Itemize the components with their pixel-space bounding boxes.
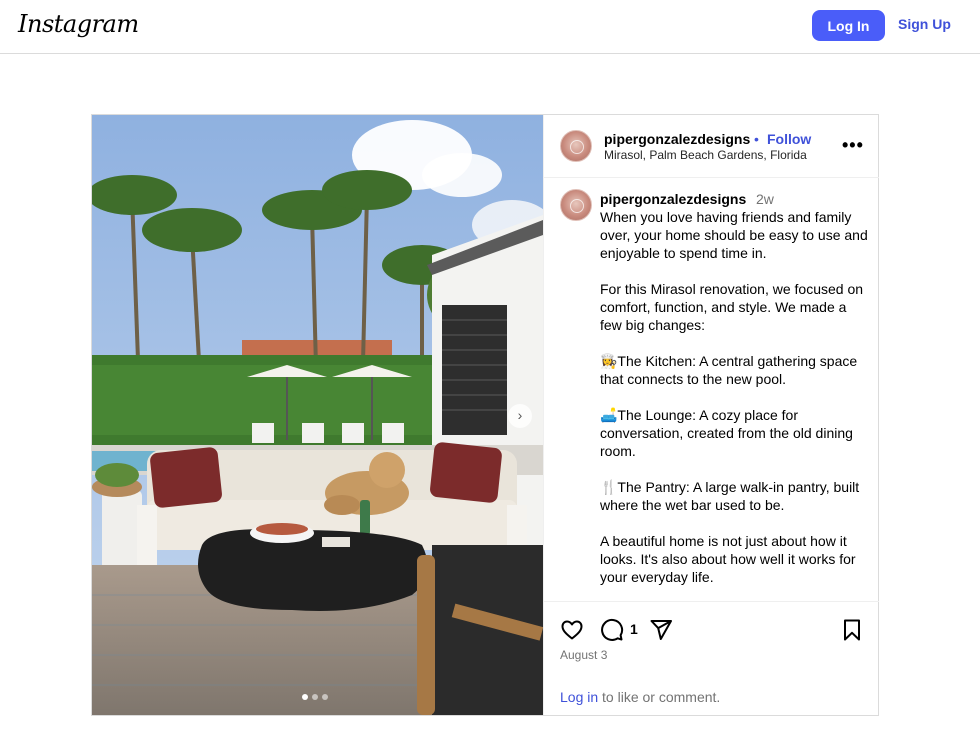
comment-icon[interactable] — [600, 618, 624, 642]
log-in-button[interactable]: Log In — [812, 10, 885, 41]
carousel-indicator — [302, 694, 328, 700]
patio-photo — [92, 115, 543, 715]
carousel-dot — [312, 694, 318, 700]
post-header: pipergonzalezdesigns • Follow Mirasol, P… — [544, 115, 879, 178]
share-icon[interactable] — [649, 618, 673, 642]
login-prompt: Log in to like or comment. — [560, 689, 720, 705]
heart-icon[interactable] — [560, 618, 584, 642]
post-location[interactable]: Mirasol, Palm Beach Gardens, Florida — [604, 148, 807, 162]
post-actions: 1 August 3 Log in to like or comment. — [544, 603, 879, 715]
login-prompt-text: to like or comment. — [598, 689, 721, 705]
caption-timestamp: 2w — [756, 191, 774, 207]
post-author-username[interactable]: pipergonzalezdesigns — [604, 131, 750, 147]
caption-text: When you love having friends and family … — [600, 209, 868, 585]
avatar[interactable] — [560, 189, 592, 221]
bookmark-icon[interactable] — [840, 618, 864, 642]
post-caption: pipergonzalezdesigns 2w When you love ha… — [544, 178, 879, 602]
post-image[interactable]: › — [92, 115, 543, 715]
post-card: › pipergonzalezdesigns • Follow Mirasol,… — [91, 114, 879, 716]
post-sidebar: pipergonzalezdesigns • Follow Mirasol, P… — [543, 115, 879, 715]
instagram-logo[interactable]: Instagram — [18, 10, 139, 38]
separator-dot: • — [754, 131, 759, 147]
post-date: August 3 — [560, 648, 608, 662]
more-options-icon[interactable]: ••• — [842, 135, 864, 156]
carousel-dot — [322, 694, 328, 700]
carousel-dot — [302, 694, 308, 700]
login-link[interactable]: Log in — [560, 689, 598, 705]
caption-username[interactable]: pipergonzalezdesigns — [600, 191, 746, 207]
chevron-right-icon[interactable]: › — [508, 404, 532, 428]
follow-button[interactable]: Follow — [767, 131, 811, 147]
comment-count: 1 — [630, 621, 638, 637]
avatar[interactable] — [560, 130, 592, 162]
top-navigation-bar: Instagram Log In Sign Up — [0, 0, 980, 54]
sign-up-link[interactable]: Sign Up — [898, 16, 951, 32]
